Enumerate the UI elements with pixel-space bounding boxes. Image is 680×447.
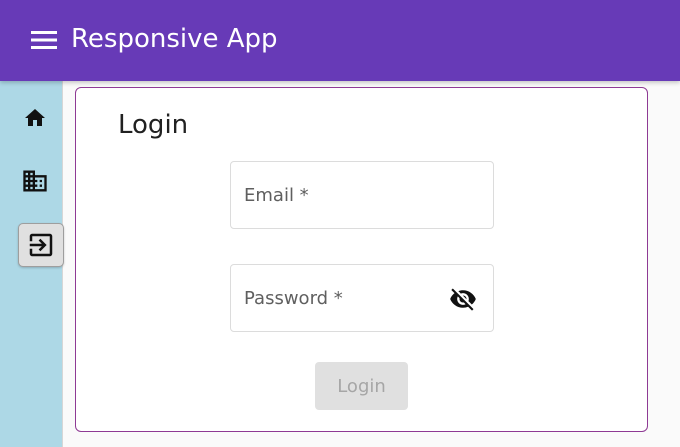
- login-button[interactable]: Login: [315, 362, 408, 410]
- password-visibility-toggle[interactable]: [449, 287, 477, 311]
- email-field[interactable]: Email *: [230, 161, 494, 229]
- sidebar-item-business[interactable]: [12, 159, 58, 203]
- business-icon: [23, 170, 47, 192]
- home-icon: [25, 109, 45, 126]
- login-heading: Login: [118, 110, 189, 140]
- app-title: Responsive App: [71, 24, 278, 54]
- logout-icon: [29, 233, 53, 257]
- email-input[interactable]: [231, 162, 493, 228]
- sidebar-item-home[interactable]: [12, 96, 58, 140]
- password-field[interactable]: Password *: [230, 264, 494, 332]
- menu-button[interactable]: [22, 26, 66, 54]
- login-card: Login Email * Password * Login: [75, 87, 648, 432]
- app-bar: Responsive App: [0, 0, 680, 81]
- sidebar: [0, 81, 64, 447]
- menu-icon: [31, 31, 57, 49]
- sidebar-item-logout[interactable]: [18, 223, 64, 267]
- visibility-off-icon: [450, 288, 476, 311]
